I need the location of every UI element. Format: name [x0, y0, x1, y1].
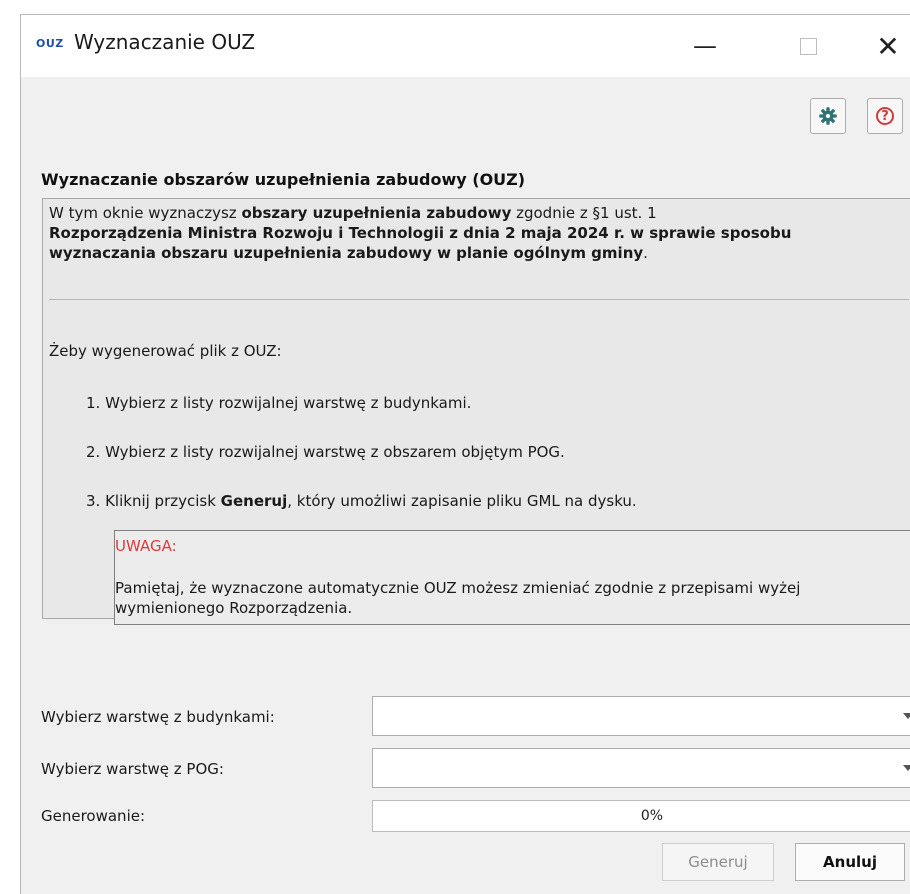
chevron-down-icon [903, 713, 910, 719]
help-icon: ? [876, 107, 894, 125]
step-3: 3. Kliknij przycisk Generuj, który umożl… [86, 492, 637, 510]
step-3-suffix: , który umożliwi zapisanie pliku GML na … [287, 492, 637, 510]
info-panel: W tym oknie wyznaczysz obszary uzupełnie… [42, 198, 910, 625]
pog-layer-label: Wybierz warstwę z POG: [41, 760, 224, 778]
warning-text: Pamiętaj, że wyznaczone automatycznie OU… [115, 578, 800, 618]
chevron-down-icon [903, 765, 910, 771]
warning-title: UWAGA: [115, 537, 177, 555]
step-3-bold: Generuj [220, 492, 288, 510]
intro-bold: obszary uzupełnienia zabudowy [241, 204, 512, 222]
progress-bar: 0% [372, 800, 910, 832]
window-title: Wyznaczanie OUZ [74, 30, 256, 54]
gear-icon [819, 107, 837, 125]
minimize-button[interactable]: — [676, 15, 734, 77]
buildings-layer-select[interactable] [372, 696, 910, 736]
intro-prefix: W tym oknie wyznaczysz [49, 204, 242, 222]
title-bar: OUZ Wyznaczanie OUZ — ✕ [21, 15, 910, 77]
buildings-layer-label: Wybierz warstwę z budynkami: [41, 708, 275, 726]
progress-label: Generowanie: [41, 807, 146, 825]
intro-text: W tym oknie wyznaczysz obszary uzupełnie… [49, 203, 791, 263]
cancel-button[interactable]: Anuluj [795, 843, 905, 881]
progress-text: 0% [640, 808, 664, 824]
pog-layer-select[interactable] [372, 748, 910, 788]
maximize-button[interactable] [779, 15, 837, 77]
settings-button[interactable] [810, 98, 846, 134]
step-3-prefix: 3. Kliknij przycisk [86, 492, 221, 510]
warning-line-2: wymienionego Rozporządzenia. [115, 599, 353, 617]
help-button[interactable]: ? [867, 98, 903, 134]
generate-button[interactable]: Generuj [662, 843, 774, 881]
step-2: 2. Wybierz z listy rozwijalnej warstwę z… [86, 443, 565, 461]
warning-line-1: Pamiętaj, że wyznaczone automatycznie OU… [115, 579, 801, 597]
ouz-dialog: OUZ Wyznaczanie OUZ — ✕ ? Wyznaczanie ob… [20, 14, 910, 894]
instructions-lead: Żeby wygenerować plik z OUZ: [49, 342, 282, 360]
maximize-icon [799, 37, 817, 55]
section-heading: Wyznaczanie obszarów uzupełnienia zabudo… [41, 170, 526, 189]
divider [49, 299, 909, 300]
regulation-line-1: Rozporządzenia Ministra Rozwoju i Techno… [49, 224, 792, 242]
close-button[interactable]: ✕ [859, 15, 910, 77]
warning-box: UWAGA: Pamiętaj, że wyznaczone automatyc… [114, 530, 910, 625]
app-logo: OUZ [36, 37, 64, 50]
regulation-line-2: wyznaczania obszaru uzupełnienia zabudow… [49, 244, 644, 262]
step-1: 1. Wybierz z listy rozwijalnej warstwę z… [86, 394, 472, 412]
regulation-end: . [643, 244, 648, 262]
intro-suffix: zgodnie z §1 ust. 1 [511, 204, 657, 222]
